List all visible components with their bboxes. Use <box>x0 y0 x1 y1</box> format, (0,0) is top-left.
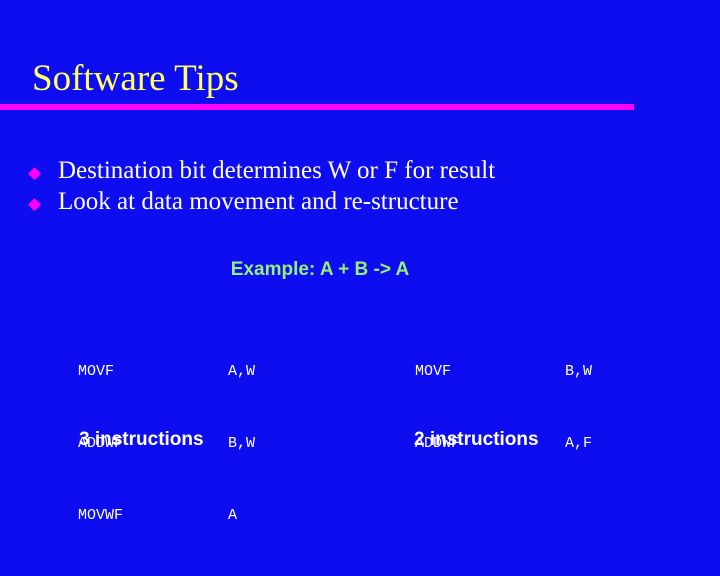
instruction-count-right: 2 instructions <box>414 429 539 450</box>
slide: Software Tips ◆ Destination bit determin… <box>0 0 720 540</box>
code-row: MOVF B,W <box>415 360 592 384</box>
code-mnemonic: MOVF <box>78 363 115 380</box>
list-item-label: Look at data movement and re-structure <box>58 188 459 215</box>
code-mnemonic: MOVF <box>415 363 452 380</box>
code-block-right: MOVF B,W ADDWF A,F <box>415 312 592 504</box>
instruction-count-left: 3 instructions <box>79 429 204 450</box>
diamond-bullet-icon: ◆ <box>28 194 42 213</box>
code-operand: B,W <box>228 435 256 452</box>
bullet-list: ◆ Destination bit determines W or F for … <box>28 155 688 217</box>
code-row: MOVF A,W <box>78 360 255 384</box>
title-underline-rule <box>0 104 634 110</box>
example-heading: Example: A + B -> A <box>230 259 410 280</box>
code-row: MOVWF A <box>78 504 255 528</box>
code-operand: A,W <box>228 363 256 380</box>
code-mnemonic: MOVWF <box>78 507 124 524</box>
list-item: ◆ Destination bit determines W or F for … <box>28 155 688 186</box>
code-operand: B,W <box>565 363 593 380</box>
page-title: Software Tips <box>32 58 239 99</box>
code-operand: A <box>228 507 238 524</box>
list-item-label: Destination bit determines W or F for re… <box>58 157 496 184</box>
code-operand: A,F <box>565 435 593 452</box>
diamond-bullet-icon: ◆ <box>28 163 42 182</box>
list-item: ◆ Look at data movement and re-structure <box>28 186 688 217</box>
